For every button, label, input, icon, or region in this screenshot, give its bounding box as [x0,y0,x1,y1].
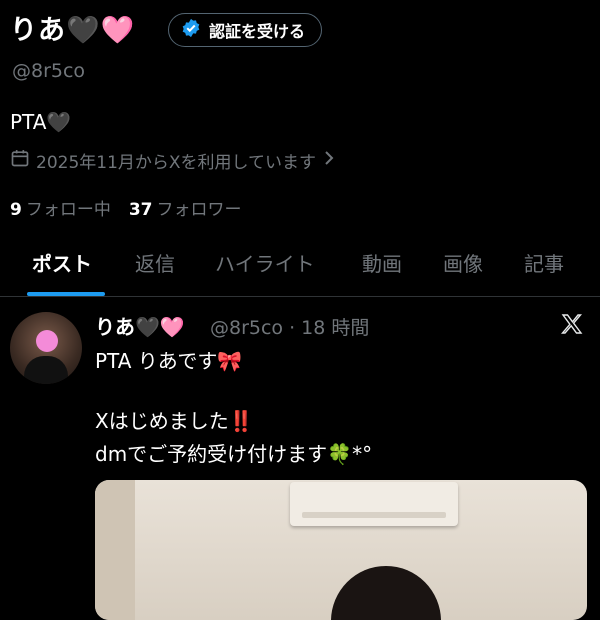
get-verified-button[interactable]: 認証を受ける [168,13,323,47]
followers-count: 37 [128,200,153,220]
avatar-shirt [24,356,68,384]
tab-images[interactable]: 画像 [443,248,483,277]
tab-replies[interactable]: 返信 [135,248,175,277]
profile-name: りあ🖤🩷 [10,15,136,46]
tweet-author-name[interactable]: りあ🖤🩷 [95,311,185,340]
calendar-icon [10,148,30,173]
tab-videos[interactable]: 動画 [362,248,402,277]
follow-stats: 9 フォロー中 37 フォロワー [10,195,242,220]
photo-ac-vent [302,512,446,518]
photo-person-hair [331,566,441,620]
join-date-row[interactable]: 2025年11月からXを利用しています [10,148,336,173]
chevron-right-icon [322,149,336,172]
profile-handle: @8r5co [12,60,86,82]
tweet-handle-time: @8r5co · 18 時間 [210,317,370,339]
tab-highlights[interactable]: ハイライト [215,248,315,277]
profile-bio: PTA🖤 [10,110,72,134]
following-count: 9 [10,200,22,220]
profile-tabs: ポスト 返信 ハイライト 動画 画像 記事 [0,240,600,297]
tweet-text-line-3: dmでご予約受け付けます🍀*° [95,442,373,466]
tweet-text-line-2: Xはじめました‼️ [95,409,254,433]
get-verified-label: 認証を受ける [209,22,306,41]
tab-articles[interactable]: 記事 [524,248,564,277]
tweet-text-line-1: PTA りあです🎀 [95,349,243,373]
tab-posts[interactable]: ポスト [32,248,92,277]
tweet-photo[interactable] [95,480,587,620]
followers-label: フォロワー [156,200,242,220]
followers-link[interactable]: 37 フォロワー [129,195,242,220]
following-link[interactable]: 9 フォロー中 [10,195,111,220]
avatar[interactable] [10,312,82,384]
following-label: フォロー中 [25,200,111,220]
x-logo-icon [560,312,584,342]
photo-door [95,480,135,620]
verified-badge-icon [181,18,201,42]
avatar-face-sticker [36,330,58,352]
active-tab-indicator [27,292,105,296]
photo-air-conditioner [290,482,458,526]
join-date-text: 2025年11月からXを利用しています [36,153,317,173]
